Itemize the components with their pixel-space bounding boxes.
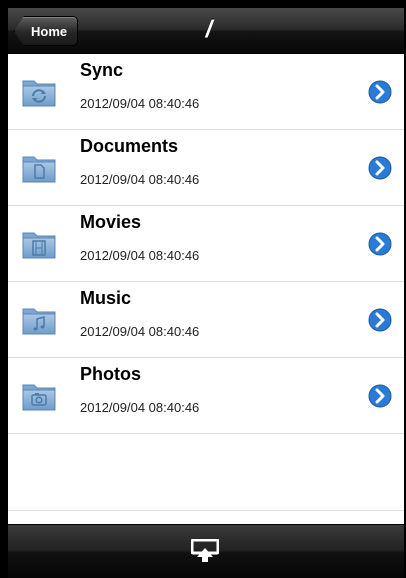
disclosure-chevron-icon[interactable]: [368, 156, 392, 180]
disclosure-chevron-icon[interactable]: [368, 308, 392, 332]
documents-folder-icon: [22, 156, 56, 183]
device-frame: Home / Sync 2012/09/04 08:40:46 Document…: [0, 0, 406, 578]
navigation-bar: Home /: [8, 8, 404, 54]
folder-row-movies[interactable]: Movies 2012/09/04 08:40:46: [8, 206, 404, 282]
music-folder-icon: [22, 308, 56, 335]
page-title: /: [205, 16, 213, 43]
folder-row-documents[interactable]: Documents 2012/09/04 08:40:46: [8, 130, 404, 206]
folder-date: 2012/09/04 08:40:46: [80, 324, 200, 339]
disclosure-chevron-icon[interactable]: [368, 232, 392, 256]
photos-folder-icon: [22, 384, 56, 411]
folder-row-music[interactable]: Music 2012/09/04 08:40:46: [8, 282, 404, 358]
bottom-toolbar: [8, 524, 404, 578]
upload-icon[interactable]: [191, 539, 219, 563]
screen: Home / Sync 2012/09/04 08:40:46 Document…: [8, 8, 404, 578]
folder-row-sync[interactable]: Sync 2012/09/04 08:40:46: [8, 54, 404, 130]
folder-name: Movies: [80, 212, 142, 232]
folder-name: Photos: [80, 364, 141, 384]
home-back-button[interactable]: Home: [14, 16, 79, 46]
empty-list-area: [8, 434, 404, 511]
folder-date: 2012/09/04 08:40:46: [80, 96, 200, 111]
folder-list: Sync 2012/09/04 08:40:46 Documents 2012/…: [8, 54, 404, 434]
folder-row-photos[interactable]: Photos 2012/09/04 08:40:46: [8, 358, 404, 434]
folder-date: 2012/09/04 08:40:46: [80, 172, 200, 187]
disclosure-chevron-icon[interactable]: [368, 80, 392, 104]
folder-name: Sync: [80, 60, 124, 80]
folder-date: 2012/09/04 08:40:46: [80, 400, 200, 415]
movies-folder-icon: [22, 232, 56, 259]
home-back-label: Home: [31, 23, 68, 39]
folder-name: Documents: [80, 136, 179, 156]
folder-date: 2012/09/04 08:40:46: [80, 248, 200, 263]
disclosure-chevron-icon[interactable]: [368, 384, 392, 408]
sync-folder-icon: [22, 80, 56, 107]
folder-name: Music: [80, 288, 132, 308]
